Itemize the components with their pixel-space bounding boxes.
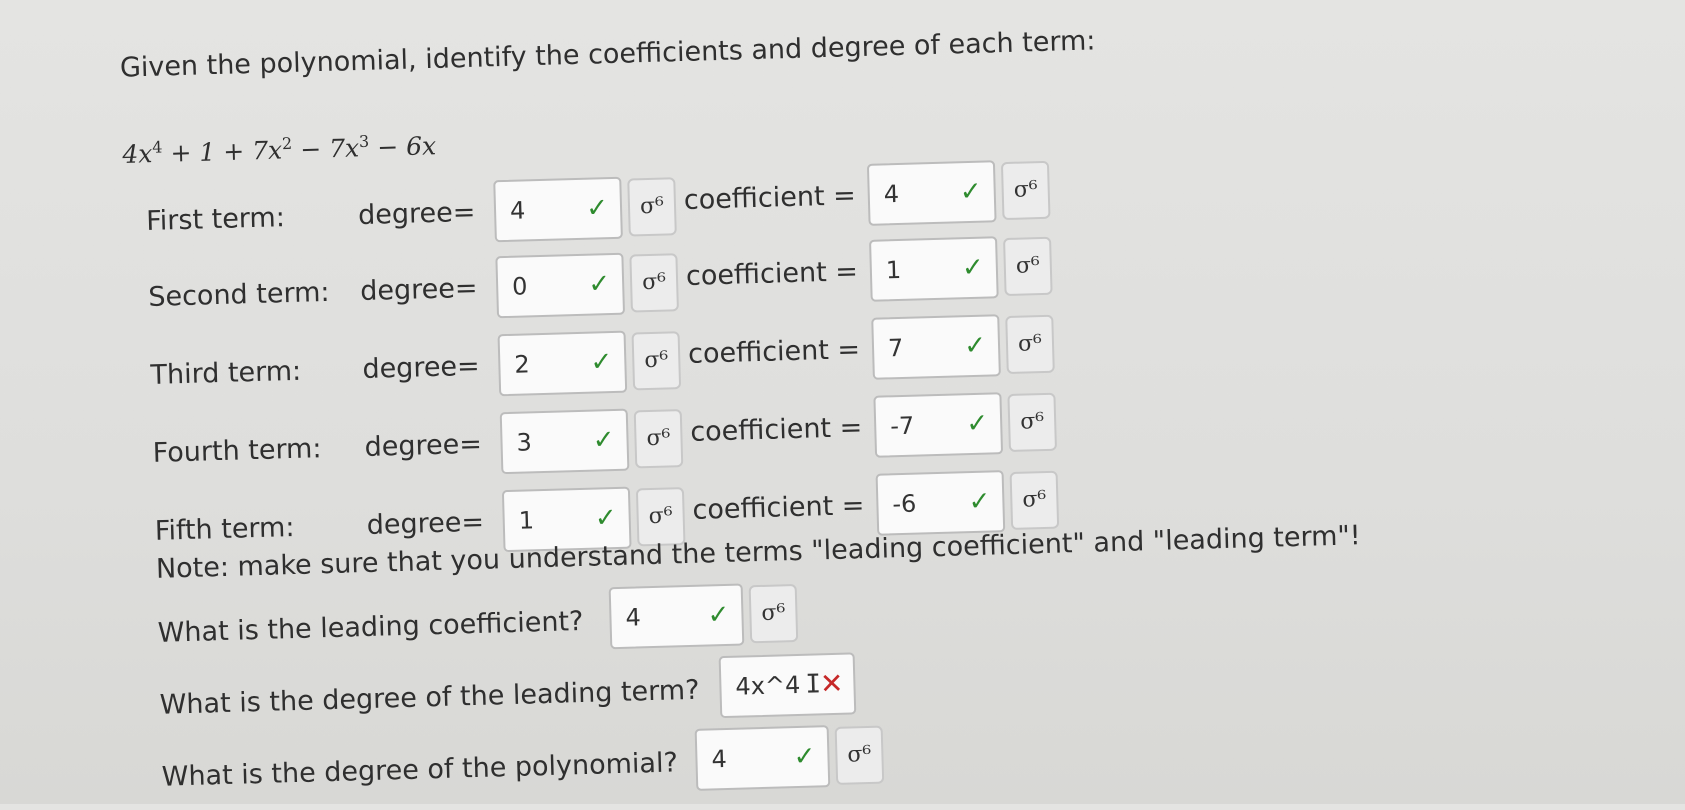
degree-input[interactable]: 2 ✓ [497, 330, 628, 397]
sigma-icon: σ⁶ [1022, 486, 1047, 513]
degree-label: degree= [359, 272, 478, 308]
poly-part: − 6x [368, 131, 437, 163]
equation-editor-button[interactable]: σ⁶ [1000, 160, 1051, 221]
check-icon: ✓ [594, 502, 618, 534]
check-icon: ✓ [793, 741, 816, 773]
equation-editor-button[interactable]: σ⁶ [631, 331, 682, 391]
equation-editor-button[interactable]: σ⁶ [627, 177, 677, 237]
input-value: -6 [892, 489, 917, 519]
equation-editor-button[interactable]: σ⁶ [633, 409, 684, 469]
sigma-icon: σ⁶ [1015, 253, 1041, 279]
question-panel: Given the polynomial, identify the coeff… [0, 0, 1685, 804]
coefficient-input[interactable]: 7 ✓ [871, 314, 1001, 380]
poly-part: − 7x [291, 133, 360, 165]
equation-editor-button[interactable]: σ⁶ [748, 583, 799, 644]
question-prompt: Given the polynomial, identify the coeff… [119, 25, 1096, 84]
equation-editor-button[interactable]: σ⁶ [1009, 470, 1060, 530]
input-value: 3 [516, 428, 533, 457]
poly-exponent: 3 [358, 131, 370, 152]
degree-input[interactable]: 0 ✓ [495, 252, 626, 319]
coefficient-label: coefficient = [683, 180, 857, 216]
check-icon: ✓ [592, 425, 615, 456]
term-label: First term: [145, 202, 286, 237]
input-value: 1 [885, 255, 902, 285]
sigma-icon: σ⁶ [641, 269, 667, 296]
equation-editor-button[interactable]: σ⁶ [1003, 236, 1053, 297]
term-label: Fourth term: [152, 433, 322, 469]
check-icon: ✓ [707, 599, 730, 631]
sigma-icon: σ⁶ [1017, 331, 1043, 357]
poly-part: 4x [121, 139, 153, 169]
degree-label: degree= [357, 196, 476, 232]
poly-part: + 1 + 7x [162, 135, 283, 168]
coefficient-label: coefficient = [685, 256, 859, 292]
input-value: 4 [509, 196, 526, 225]
check-icon: ✓ [585, 193, 609, 224]
polynomial-expression: 4x4 + 1 + 7x2 − 7x3 − 6x [122, 130, 437, 169]
input-value: 0 [511, 272, 528, 301]
degree-label: degree= [366, 506, 485, 541]
term-label: Third term: [150, 355, 302, 391]
coefficient-label: coefficient = [687, 334, 861, 370]
polynomial-degree-input[interactable]: 4 ✓ [694, 725, 831, 791]
leading-coefficient-question: What is the leading coefficient? [157, 605, 584, 649]
input-value: 4 [711, 745, 728, 774]
check-icon: ✓ [587, 269, 611, 300]
sigma-icon: σ⁶ [644, 347, 669, 374]
check-icon: ✓ [961, 252, 985, 284]
cross-icon: ✕ [819, 666, 844, 701]
polynomial-degree-question: What is the degree of the polynomial? [161, 747, 679, 793]
equation-editor-button[interactable]: σ⁶ [1005, 314, 1055, 375]
poly-exponent: 2 [281, 133, 293, 154]
input-value: 4 [625, 603, 642, 632]
input-value: 1 [518, 506, 535, 535]
input-value: 7 [887, 333, 904, 363]
check-icon: ✓ [966, 408, 989, 440]
degree-input[interactable]: 3 ✓ [499, 408, 630, 475]
term-label: Second term: [147, 276, 330, 313]
leading-term-degree-input[interactable]: 4x^4 I ✕ [718, 652, 857, 719]
input-value: 2 [513, 350, 531, 379]
sigma-icon: σ⁶ [761, 600, 786, 626]
equation-editor-button[interactable]: σ⁶ [834, 725, 885, 785]
check-icon: ✓ [963, 330, 987, 362]
sigma-icon: σ⁶ [1019, 409, 1045, 435]
degree-label: degree= [364, 428, 483, 463]
coefficient-input[interactable]: -6 ✓ [875, 470, 1006, 536]
equation-editor-button[interactable]: σ⁶ [635, 487, 686, 547]
check-icon: ✓ [959, 176, 983, 208]
coefficient-input[interactable]: -7 ✓ [873, 392, 1004, 458]
input-value: 4x^4 [735, 670, 801, 701]
sigma-icon: σ⁶ [1013, 177, 1038, 203]
sigma-icon: σ⁶ [646, 425, 671, 452]
equation-editor-button[interactable]: σ⁶ [1007, 392, 1057, 453]
input-value: 4 [883, 179, 900, 209]
degree-input[interactable]: 4 ✓ [493, 176, 623, 243]
leading-coefficient-input[interactable]: 4 ✓ [608, 583, 745, 650]
input-value: -7 [889, 411, 915, 441]
term-label: Fifth term: [154, 511, 295, 547]
coefficient-input[interactable]: 1 ✓ [869, 236, 999, 302]
sigma-icon: σ⁶ [648, 503, 673, 530]
sigma-icon: σ⁶ [639, 193, 665, 220]
leading-term-degree-question: What is the degree of the leading term? [159, 674, 700, 721]
coefficient-label: coefficient = [689, 412, 863, 448]
coefficient-input[interactable]: 4 ✓ [866, 160, 997, 226]
check-icon: ✓ [590, 347, 613, 378]
degree-label: degree= [362, 350, 481, 386]
equation-editor-button[interactable]: σ⁶ [629, 253, 679, 313]
check-icon: ✓ [968, 486, 991, 518]
sigma-icon: σ⁶ [847, 741, 872, 768]
coefficient-label: coefficient = [692, 490, 865, 526]
